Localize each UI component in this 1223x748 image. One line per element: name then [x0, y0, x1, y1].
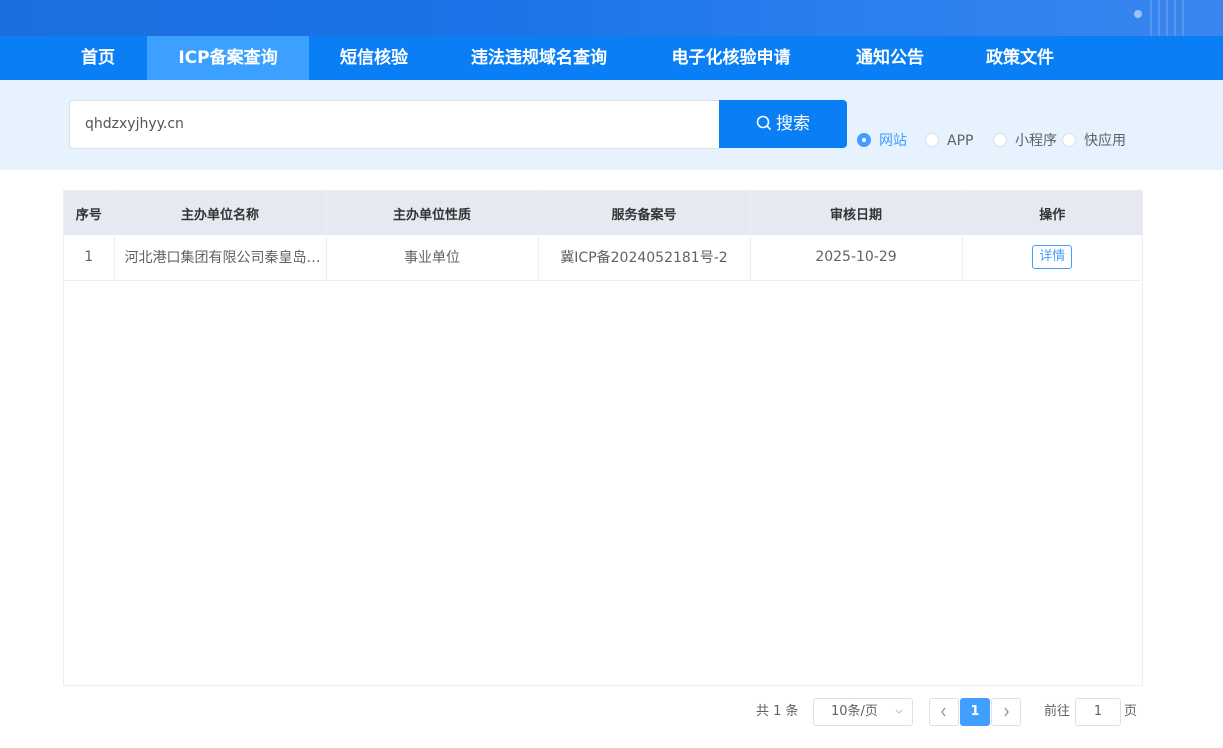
header-action: 操作 — [962, 191, 1142, 235]
table-row: 1 河北港口集团有限公司秦皇岛中心医院 事业单位 冀ICP备2024052181… — [64, 235, 1142, 281]
page-size-value: 10条/页 — [831, 704, 878, 719]
page-number-button[interactable]: 1 — [960, 698, 990, 726]
nav-item-home[interactable]: 首页 — [62, 36, 134, 80]
table-header-row: 序号 主办单位名称 主办单位性质 服务备案号 审核日期 操作 — [64, 191, 1142, 235]
search-button-label: 搜索 — [776, 114, 810, 134]
cell-org-type: 事业单位 — [326, 235, 539, 281]
radio-label: APP — [947, 133, 974, 149]
page-size-select[interactable]: 10条/页 — [813, 698, 913, 726]
pagination-total: 共 1 条 — [756, 704, 799, 719]
radio-label: 小程序 — [1015, 133, 1057, 149]
radio-circle — [1062, 133, 1076, 147]
results-table: 序号 主办单位名称 主办单位性质 服务备案号 审核日期 操作 1 河北港口集团有… — [63, 190, 1143, 686]
nav-item-policies[interactable]: 政策文件 — [972, 36, 1068, 80]
search-button[interactable]: 搜索 — [719, 100, 847, 148]
search-icon — [756, 102, 772, 150]
radio-website[interactable]: 网站 — [857, 131, 907, 151]
cell-action: 详情 — [962, 235, 1142, 281]
nav-item-icp-query[interactable]: ICP备案查询 — [147, 36, 309, 80]
top-banner — [0, 0, 1223, 36]
detail-button[interactable]: 详情 — [1032, 245, 1073, 270]
radio-circle — [857, 133, 871, 147]
goto-suffix: 页 — [1124, 704, 1138, 719]
nav-item-e-verify[interactable]: 电子化核验申请 — [655, 36, 807, 80]
cell-date: 2025-10-29 — [750, 235, 963, 281]
main-nav: 首页 ICP备案查询 短信核验 违法违规域名查询 电子化核验申请 通知公告 政策… — [0, 36, 1223, 80]
goto-prefix: 前往 — [1044, 704, 1071, 719]
header-org-name: 主办单位名称 — [114, 191, 327, 235]
chevron-left-icon — [939, 707, 949, 729]
header-license: 服务备案号 — [538, 191, 751, 235]
cell-org-name: 河北港口集团有限公司秦皇岛中心医院 — [114, 235, 327, 281]
chevron-down-icon — [894, 699, 904, 735]
radio-label: 快应用 — [1084, 133, 1126, 149]
next-page-button[interactable] — [991, 698, 1021, 726]
radio-circle — [993, 133, 1007, 147]
cell-license: 冀ICP备2024052181号-2 — [538, 235, 751, 281]
nav-item-sms-verify[interactable]: 短信核验 — [326, 36, 422, 80]
radio-app[interactable]: APP — [925, 131, 973, 151]
prev-page-button[interactable] — [929, 698, 959, 726]
radio-quickapp[interactable]: 快应用 — [1062, 131, 1126, 151]
banner-dot — [1134, 10, 1142, 18]
radio-label: 网站 — [879, 133, 907, 149]
header-date: 审核日期 — [750, 191, 963, 235]
nav-item-notices[interactable]: 通知公告 — [842, 36, 938, 80]
chevron-right-icon — [1001, 707, 1011, 729]
radio-circle — [925, 133, 939, 147]
goto-page-input[interactable]: 1 — [1075, 698, 1121, 726]
banner-decoration — [1150, 0, 1190, 36]
search-input[interactable]: qhdzxyjhyy.cn — [69, 100, 719, 149]
radio-miniprogram[interactable]: 小程序 — [993, 131, 1057, 151]
header-org-type: 主办单位性质 — [326, 191, 539, 235]
header-index: 序号 — [64, 191, 115, 235]
nav-item-illegal-domain[interactable]: 违法违规域名查询 — [455, 36, 623, 80]
cell-index: 1 — [64, 235, 115, 281]
